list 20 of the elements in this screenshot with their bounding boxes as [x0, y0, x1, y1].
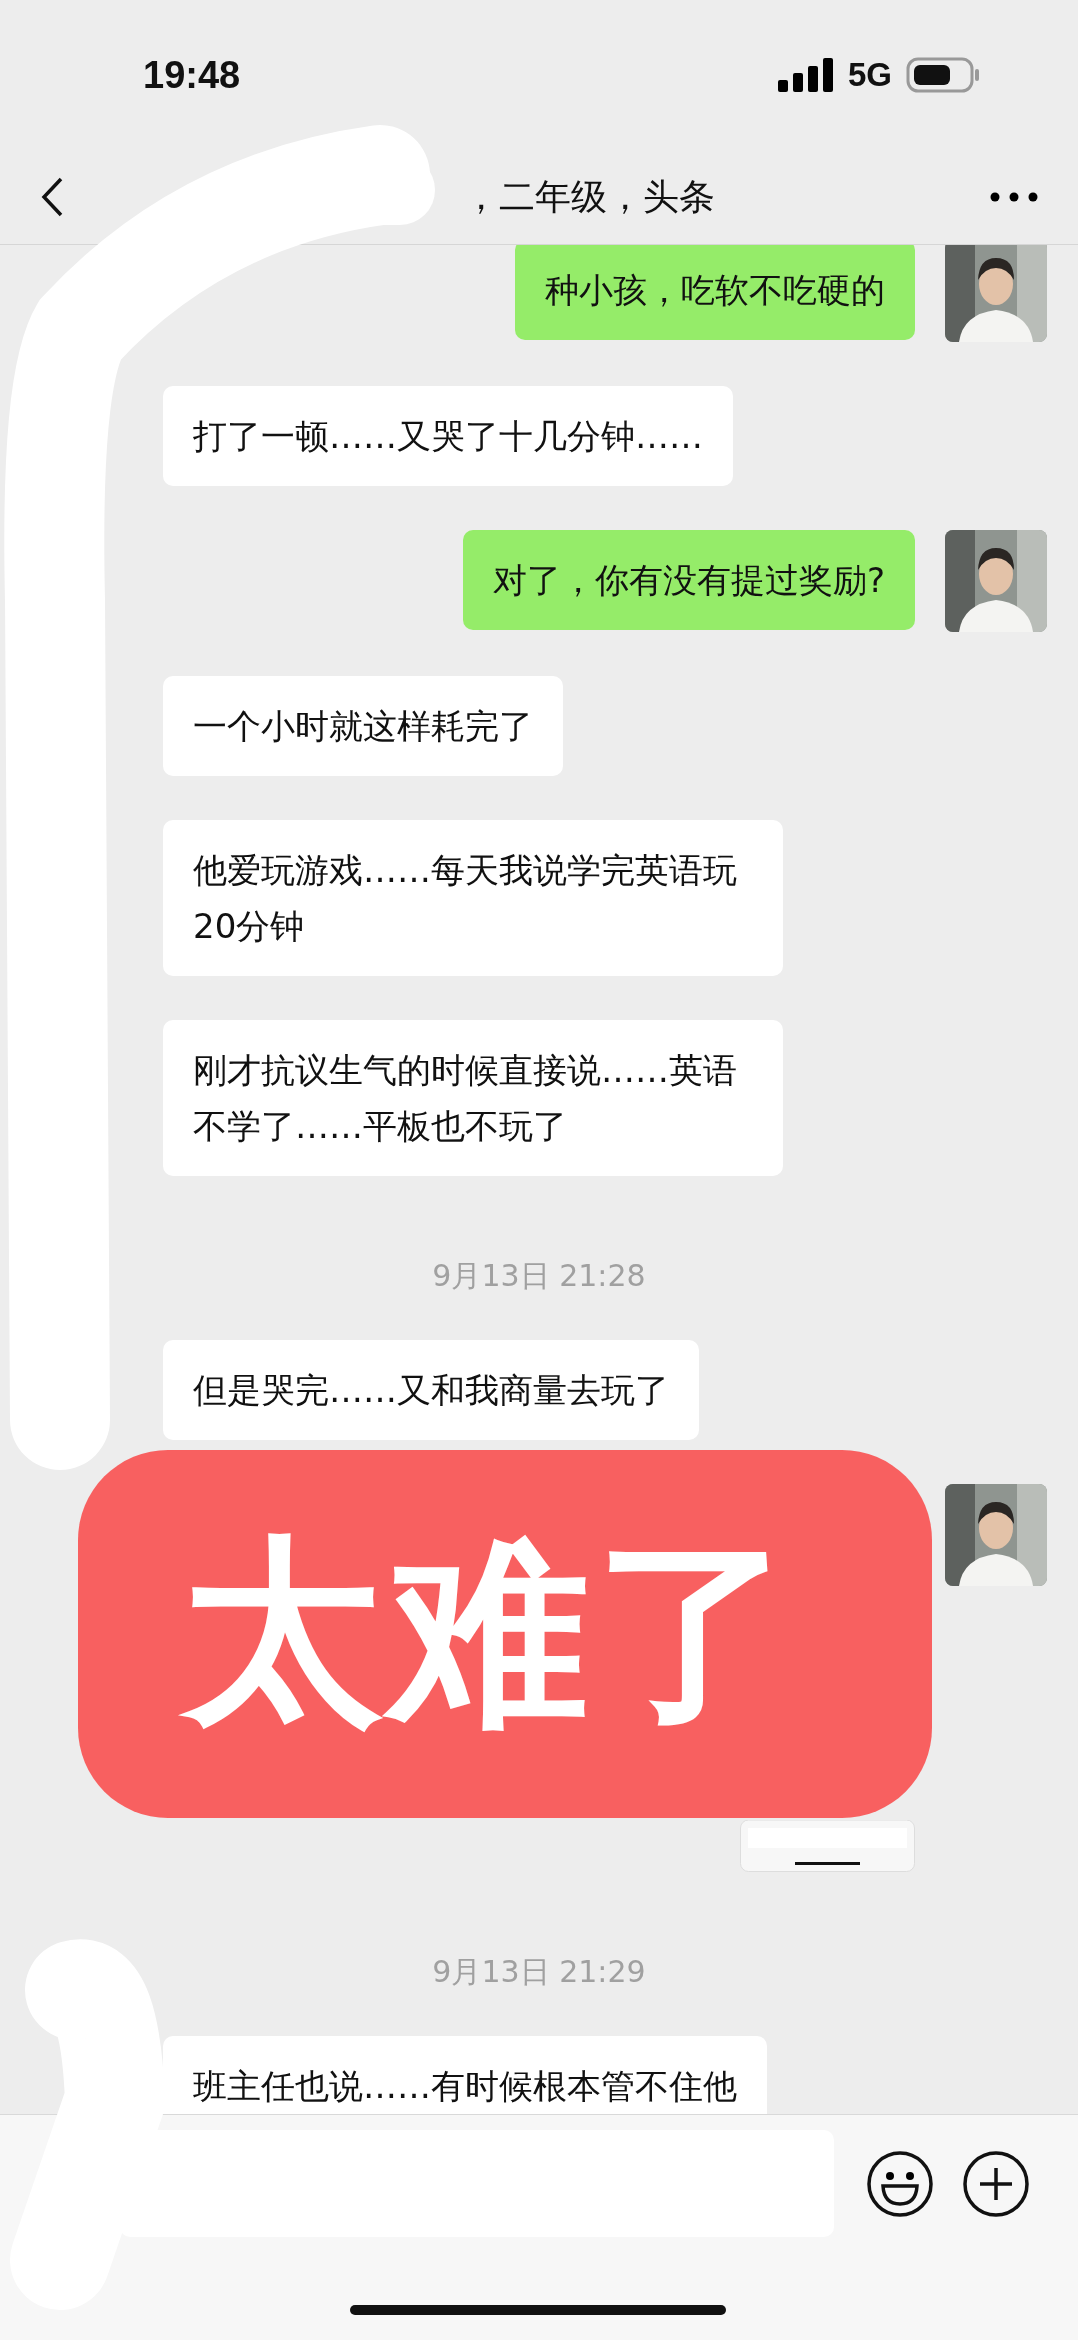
message-bubble: 对了，你有没有提过奖励? [462, 530, 915, 630]
message-bubble: 他爱玩游戏……每天我说学完英语玩20分钟 [163, 820, 783, 976]
timestamp: 9月13日 21:29 [432, 1954, 646, 1989]
more-icon[interactable] [990, 192, 1038, 202]
network-label: 5G [847, 56, 892, 94]
plus-icon[interactable] [962, 2149, 1030, 2218]
message-bubble: 班主任也说……有时候根本管不住他 [163, 2036, 767, 2114]
status-time: 19:48 [143, 53, 242, 97]
sticker-caption: 太难了 [78, 1450, 932, 1818]
message-bubble: 一个小时就这样耗完了 [163, 676, 563, 776]
battery-icon [906, 57, 980, 93]
message-bubble: 但是哭完……又和我商量去玩了 [163, 1340, 699, 1440]
chat-title: ，二年级，头条 [463, 175, 715, 217]
message-bubble: 刚才抗议生气的时候直接说……英语不学了……平板也不玩了 [163, 1020, 783, 1176]
timestamp: 9月13日 21:28 [432, 1258, 646, 1293]
screenshot-thumbnail[interactable] [740, 1820, 915, 1872]
message-bubble: 打了一顿……又哭了十几分钟…… [163, 386, 733, 486]
back-icon[interactable] [40, 176, 64, 218]
signal-icon [777, 58, 834, 92]
emoji-icon[interactable] [866, 2149, 934, 2218]
